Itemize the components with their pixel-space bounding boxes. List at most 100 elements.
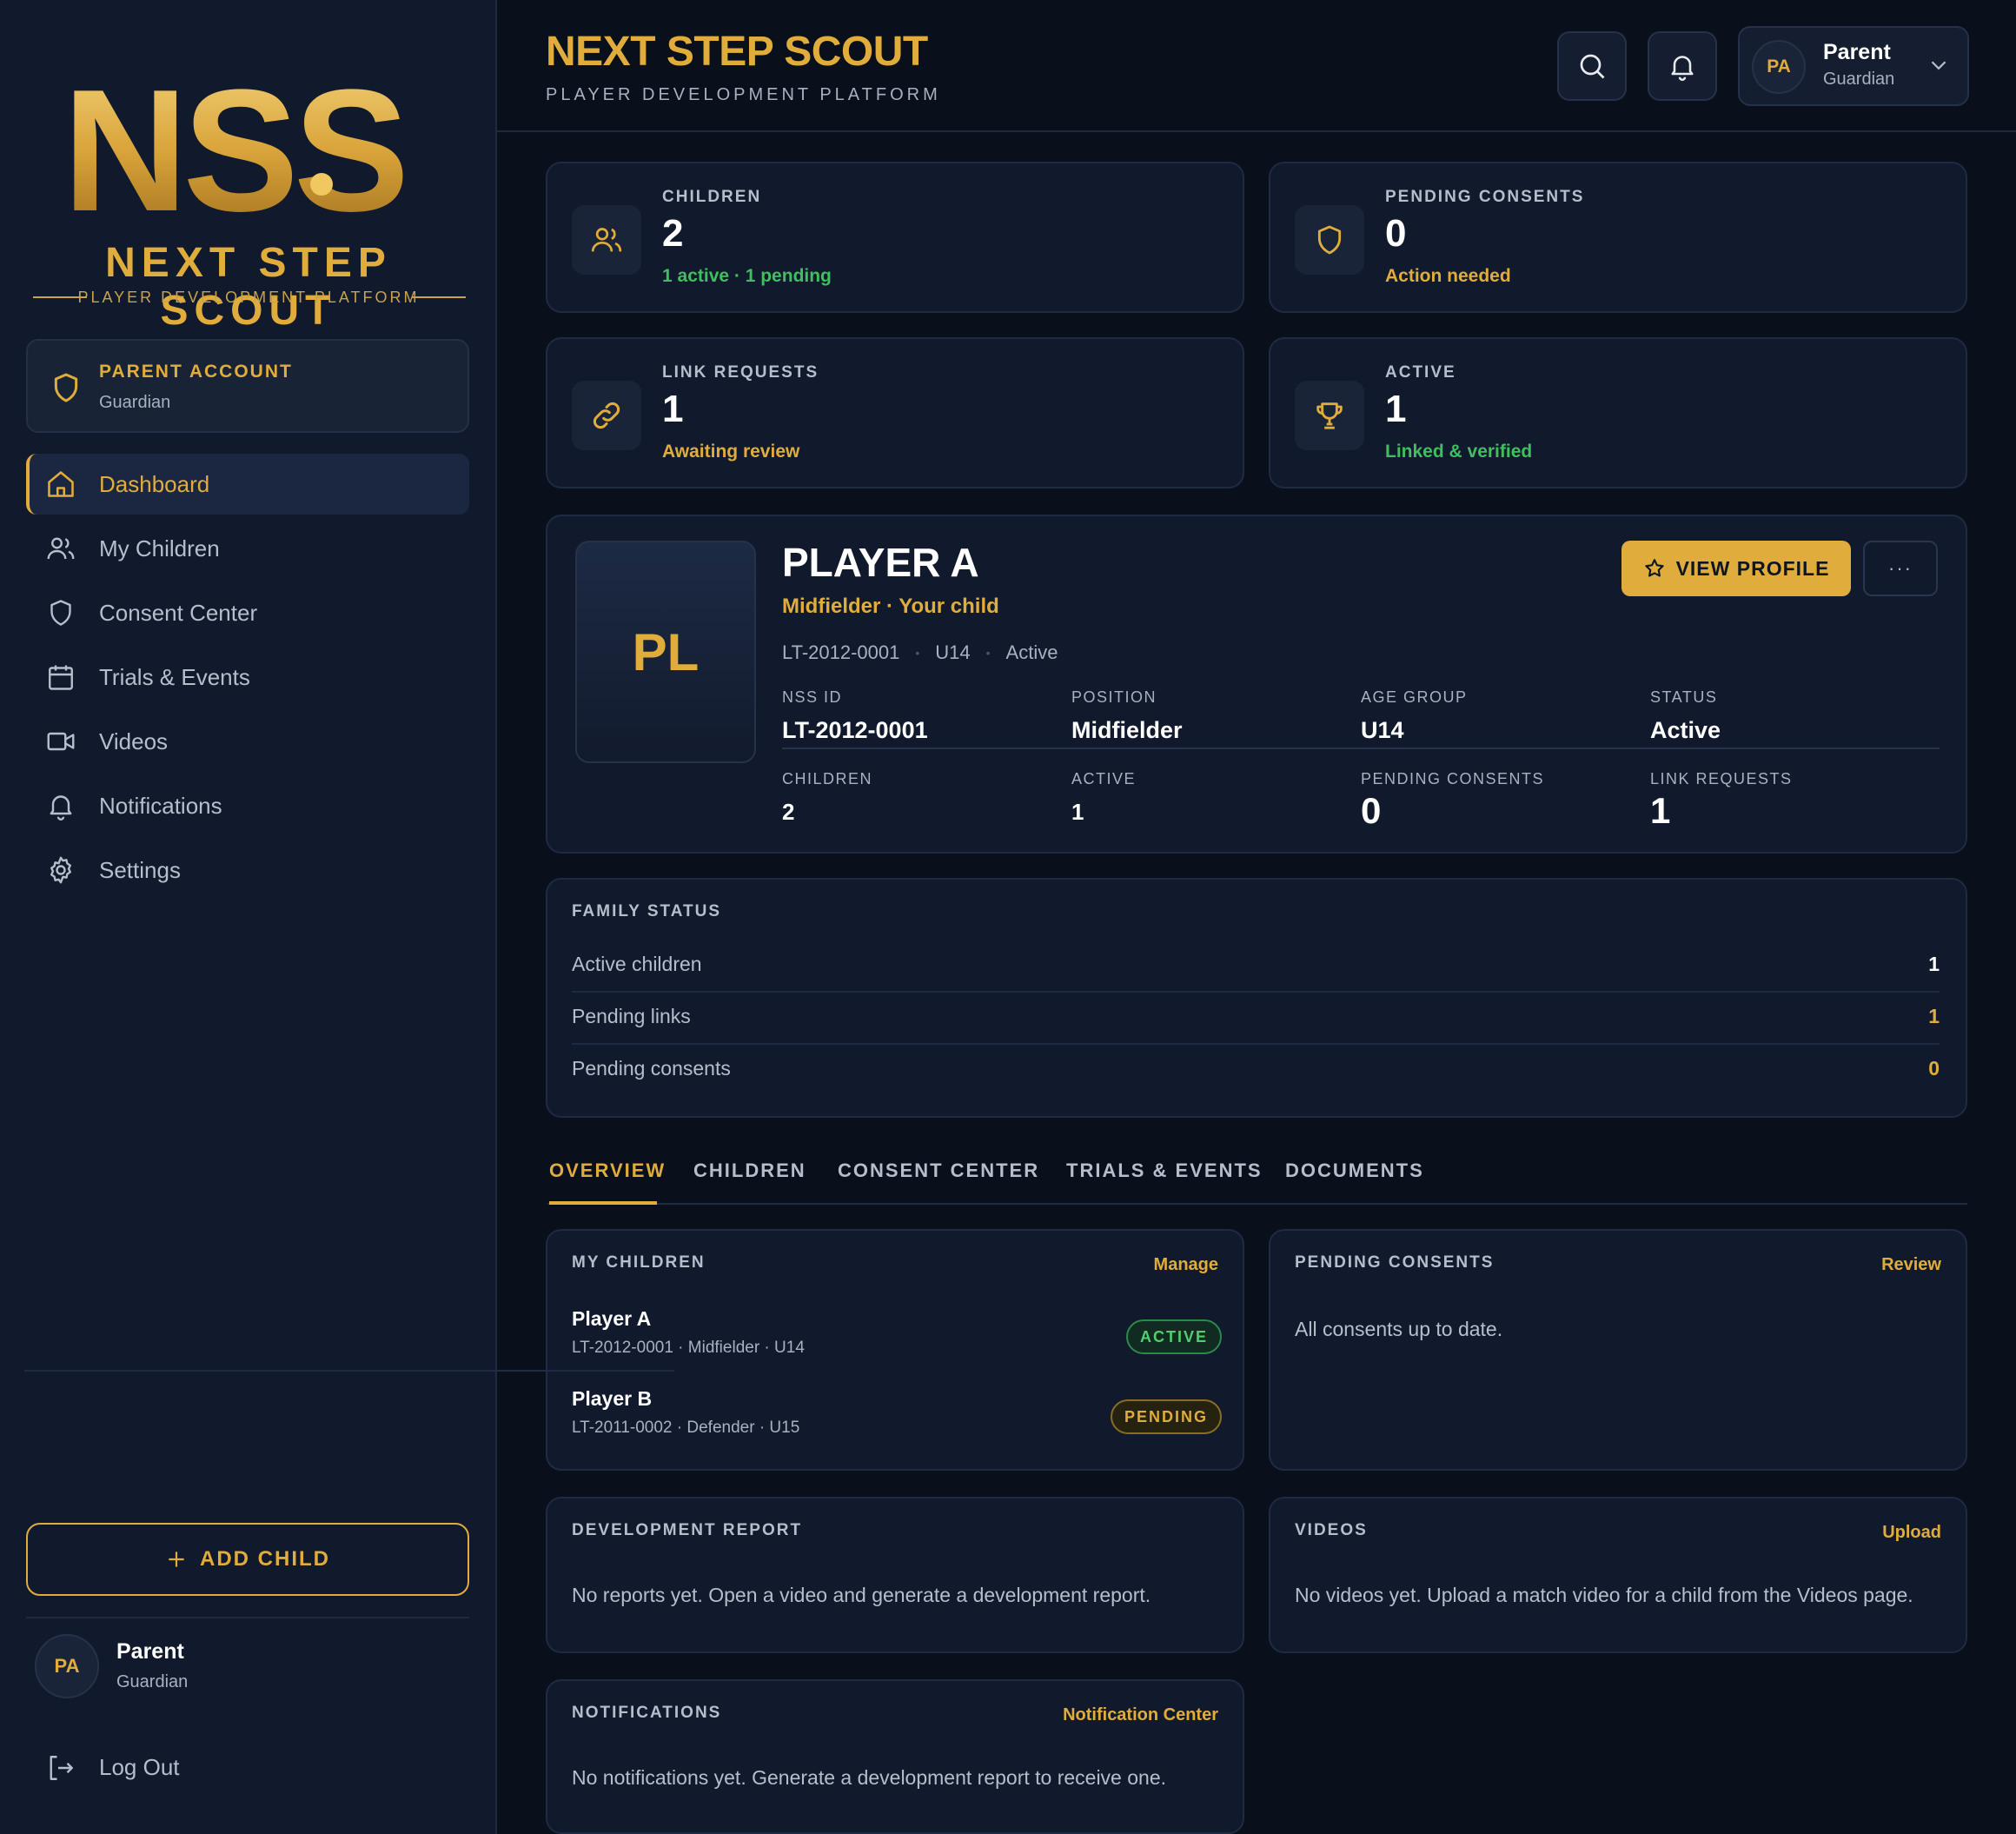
upload-link[interactable]: Upload xyxy=(1882,1523,1941,1543)
sidebar-item-label: Videos xyxy=(99,728,169,754)
notification-center-link[interactable]: Notification Center xyxy=(1063,1705,1218,1725)
more-options-button[interactable]: ··· xyxy=(1863,541,1938,596)
sidebar-item-consent-center[interactable]: Consent Center xyxy=(26,582,469,643)
svg-text:NSS: NSS xyxy=(63,61,404,226)
field-label: CHILDREN xyxy=(782,770,873,787)
profile-name: Parent xyxy=(1823,40,1891,64)
stat-card-link-requests[interactable]: LINK REQUESTS 1 Awaiting review xyxy=(546,337,1244,488)
stat-card-pending-consents[interactable]: PENDING CONSENTS 0 Action needed xyxy=(1269,162,1967,313)
field-value: LT-2012-0001 xyxy=(782,717,928,743)
shield-icon xyxy=(54,373,78,402)
sidebar-item-label: Dashboard xyxy=(99,470,210,497)
logout-button[interactable]: Log Out xyxy=(45,1749,306,1787)
sidebar-divider xyxy=(26,1617,469,1618)
stat-label: PENDING CONSENTS xyxy=(1385,188,1585,206)
development-report-card: DEVELOPMENT REPORT No reports yet. Open … xyxy=(546,1497,1244,1653)
view-profile-button[interactable]: VIEW PROFILE xyxy=(1621,541,1851,596)
section-title: FAMILY STATUS xyxy=(572,902,722,920)
tab-overview[interactable]: OVERVIEW xyxy=(549,1160,666,1182)
stat-card-children[interactable]: CHILDREN 2 1 active · 1 pending xyxy=(546,162,1244,313)
stat-subtext: Awaiting review xyxy=(662,442,800,462)
stat-value: 0 xyxy=(1385,212,1407,255)
shield-icon xyxy=(50,600,71,626)
profile-menu[interactable]: PA Parent Guardian xyxy=(1738,26,1969,106)
row-value: 1 xyxy=(1928,953,1940,975)
add-child-label: ADD CHILD xyxy=(200,1547,330,1571)
stat-value: 1 xyxy=(662,388,684,430)
stat-card-active[interactable]: ACTIVE 1 Linked & verified xyxy=(1269,337,1967,488)
review-link[interactable]: Review xyxy=(1881,1255,1941,1275)
tab-children[interactable]: CHILDREN xyxy=(693,1160,806,1182)
child-name: Player A xyxy=(572,1307,652,1330)
list-item[interactable]: Player B LT-2011-0002 · Defender · U15 P… xyxy=(572,1387,1222,1464)
sidebar-item-my-children[interactable]: My Children xyxy=(26,518,469,579)
family-status-card: FAMILY STATUS Active children 1 Pending … xyxy=(546,878,1967,1118)
manage-link[interactable]: Manage xyxy=(1154,1255,1218,1275)
shield-icon xyxy=(1317,225,1342,255)
top-header: NEXT STEP SCOUT PLAYER DEVELOPMENT PLATF… xyxy=(497,0,2016,132)
bell-icon xyxy=(50,795,72,821)
logout-icon xyxy=(50,1756,73,1780)
sidebar-item-settings[interactable]: Settings xyxy=(26,840,469,900)
sidebar-item-trials-events[interactable]: Trials & Events xyxy=(26,647,469,708)
tab-documents[interactable]: DOCUMENTS xyxy=(1285,1160,1424,1182)
row-label: Pending consents xyxy=(572,1057,731,1080)
field-label: NSS ID xyxy=(782,688,843,706)
field-label: PENDING CONSENTS xyxy=(1361,770,1545,787)
account-subtitle: Guardian xyxy=(99,393,171,412)
meta-separator: • xyxy=(985,646,991,660)
player-meta-id: LT-2012-0001 xyxy=(782,641,900,663)
status-badge: ACTIVE xyxy=(1125,1319,1222,1354)
active-tab-indicator xyxy=(549,1201,657,1205)
player-field-nss-id: NSS ID LT-2012-0001 xyxy=(782,688,1069,744)
field-value: 1 xyxy=(1071,799,1084,825)
stat-icon-box xyxy=(572,205,641,275)
notifications-button[interactable] xyxy=(1648,31,1717,101)
stat-label: CHILDREN xyxy=(662,188,762,206)
section-title: DEVELOPMENT REPORT xyxy=(572,1521,803,1539)
field-value: 0 xyxy=(1361,790,1382,831)
meta-separator: • xyxy=(915,646,920,660)
user-name: Parent xyxy=(116,1639,184,1664)
sidebar-item-videos[interactable]: Videos xyxy=(26,711,469,772)
sidebar-item-notifications[interactable]: Notifications xyxy=(26,775,469,836)
field-value: 1 xyxy=(1650,790,1671,831)
player-field-active: ACTIVE 1 xyxy=(1071,770,1358,826)
empty-state: No notifications yet. Generate a develop… xyxy=(572,1766,1167,1789)
logo-divider-right xyxy=(412,296,466,298)
stat-icon-box xyxy=(572,381,641,450)
link-icon xyxy=(593,402,620,429)
family-status-row: Active children 1 xyxy=(572,940,1940,993)
child-meta: LT-2012-0001 · Midfielder · U14 xyxy=(572,1339,805,1357)
field-label: ACTIVE xyxy=(1071,770,1137,787)
avatar: PA xyxy=(35,1634,99,1698)
stat-value: 2 xyxy=(662,212,684,255)
search-button[interactable] xyxy=(1557,31,1627,101)
stat-subtext: 1 active · 1 pending xyxy=(662,266,832,286)
page-title: NEXT STEP SCOUT xyxy=(546,29,928,75)
field-label: STATUS xyxy=(1650,688,1718,706)
sidebar-item-label: Settings xyxy=(99,856,181,883)
player-field-children: CHILDREN 2 xyxy=(782,770,1069,826)
sidebar-nav: Dashboard My Children Consent Center Tri… xyxy=(26,454,469,904)
calendar-icon xyxy=(49,665,73,690)
sidebar-user[interactable]: PA Parent Guardian xyxy=(35,1634,469,1704)
view-profile-label: VIEW PROFILE xyxy=(1675,556,1830,580)
empty-state: All consents up to date. xyxy=(1295,1318,1503,1340)
list-divider xyxy=(24,1370,674,1372)
video-icon xyxy=(47,732,75,751)
list-item[interactable]: Player A LT-2012-0001 · Midfielder · U14… xyxy=(572,1307,1222,1384)
player-meta-age: U14 xyxy=(935,641,971,663)
player-divider xyxy=(782,748,1940,749)
field-label: AGE GROUP xyxy=(1361,688,1468,706)
player-name: PLAYER A xyxy=(782,540,979,585)
tab-consent-center[interactable]: CONSENT CENTER xyxy=(838,1160,1039,1182)
player-field-status: STATUS Active xyxy=(1650,688,1937,744)
add-child-button[interactable]: ADD CHILD xyxy=(26,1523,469,1596)
sidebar-item-dashboard[interactable]: Dashboard xyxy=(26,454,469,515)
empty-state: No videos yet. Upload a match video for … xyxy=(1295,1584,1913,1606)
brand-logo[interactable]: NSS NEXT STEP SCOUT PLAYER DEVELOPMENT P… xyxy=(26,61,471,334)
tab-trials-events[interactable]: TRIALS & EVENTS xyxy=(1066,1160,1263,1182)
section-title: NOTIFICATIONS xyxy=(572,1704,722,1722)
player-card: PL PLAYER A Midfielder · Your child LT-2… xyxy=(546,515,1967,854)
